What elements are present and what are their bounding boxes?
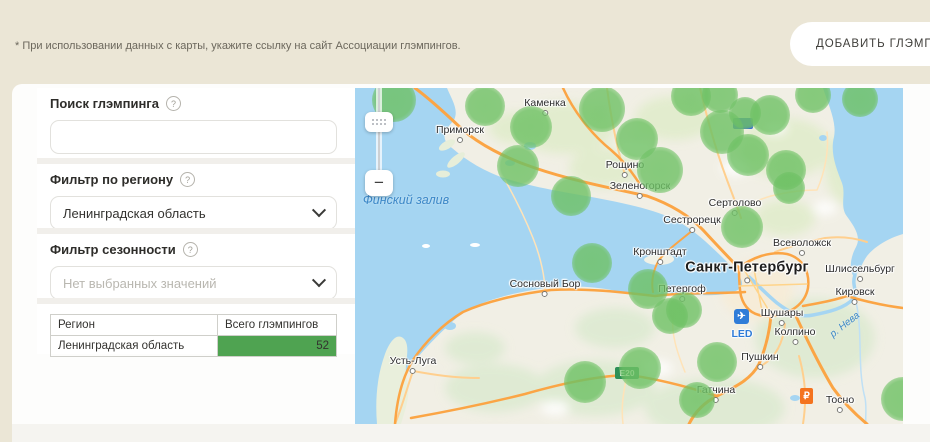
glamping-cluster[interactable] <box>842 88 878 117</box>
attribution-note: * При использовании данных с карты, укаж… <box>15 40 461 52</box>
glamping-cluster[interactable] <box>551 176 591 216</box>
help-icon[interactable]: ? <box>166 96 181 111</box>
glamping-cluster[interactable] <box>619 347 661 389</box>
stats-section: Регион Всего глэмпингов Ленинградская об… <box>37 304 355 354</box>
glamping-cluster[interactable] <box>721 206 763 248</box>
search-label-text: Поиск глэмпинга <box>50 96 159 111</box>
region-select-value: Ленинградская область <box>63 206 314 221</box>
glamping-cluster[interactable] <box>579 88 625 132</box>
chevron-down-icon <box>312 273 326 287</box>
zoom-slider-handle[interactable] <box>365 112 393 132</box>
content-panel: Поиск глэмпинга ? Фильтр по региону ? Ле… <box>12 84 930 442</box>
stats-table: Регион Всего глэмпингов Ленинградская об… <box>50 314 337 357</box>
panel-bottom-strip <box>12 424 930 442</box>
region-filter-label-text: Фильтр по региону <box>50 172 173 187</box>
season-filter-section: Фильтр сезонности ? Нет выбранных значен… <box>37 234 355 298</box>
search-input[interactable] <box>63 129 324 146</box>
search-section: Поиск глэмпинга ? <box>37 88 355 158</box>
glamping-cluster[interactable] <box>727 134 769 176</box>
col-count-header: Всего глэмпингов <box>218 315 337 336</box>
table-header-row: Регион Всего глэмпингов <box>51 315 337 336</box>
glamping-cluster[interactable] <box>679 382 715 418</box>
table-row: Ленинградская область 52 <box>51 336 337 357</box>
region-filter-label: Фильтр по региону ? <box>50 172 337 187</box>
airport-icon: ✈ <box>734 309 749 324</box>
glamping-cluster[interactable] <box>881 377 903 421</box>
toll-road-icon: ₽ <box>800 388 813 404</box>
season-filter-label-text: Фильтр сезонности <box>50 242 176 257</box>
season-select[interactable]: Нет выбранных значений <box>50 266 337 300</box>
glamping-cluster[interactable] <box>750 95 790 135</box>
count-cell: 52 <box>218 336 337 357</box>
glamping-cluster[interactable] <box>637 147 683 193</box>
chevron-down-icon <box>312 203 326 217</box>
glamping-cluster[interactable] <box>572 243 612 283</box>
col-region-header: Регион <box>51 315 218 336</box>
glamping-cluster[interactable] <box>666 292 702 328</box>
screen: * При использовании данных с карты, укаж… <box>0 0 930 442</box>
airport-code-label: LED <box>732 328 753 340</box>
zoom-out-button[interactable]: − <box>365 170 393 196</box>
glamping-cluster[interactable] <box>510 106 552 148</box>
add-glamping-button[interactable]: ДОБАВИТЬ ГЛЭМПИНГ <box>790 22 930 66</box>
region-filter-section: Фильтр по региону ? Ленинградская област… <box>37 164 355 228</box>
season-select-placeholder: Нет выбранных значений <box>63 276 314 291</box>
glamping-cluster[interactable] <box>697 342 737 382</box>
help-icon[interactable]: ? <box>180 172 195 187</box>
grip-dots-icon <box>372 123 386 125</box>
glamping-cluster[interactable] <box>773 172 805 204</box>
clusters-layer <box>355 88 903 424</box>
region-select[interactable]: Ленинградская область <box>50 196 337 230</box>
grip-dots-icon <box>372 119 386 121</box>
glamping-cluster[interactable] <box>564 361 606 403</box>
search-input-box <box>50 120 337 154</box>
season-filter-label: Фильтр сезонности ? <box>50 242 337 257</box>
search-label: Поиск глэмпинга ? <box>50 96 337 111</box>
help-icon[interactable]: ? <box>183 242 198 257</box>
map-canvas[interactable]: Финский залив р. Нева КаменкаПриморскРощ… <box>355 88 903 424</box>
glamping-cluster[interactable] <box>465 88 505 126</box>
glamping-cluster[interactable] <box>497 145 539 187</box>
region-cell: Ленинградская область <box>51 336 218 357</box>
glamping-cluster[interactable] <box>795 88 831 113</box>
map-zoom-control: − <box>365 88 393 200</box>
